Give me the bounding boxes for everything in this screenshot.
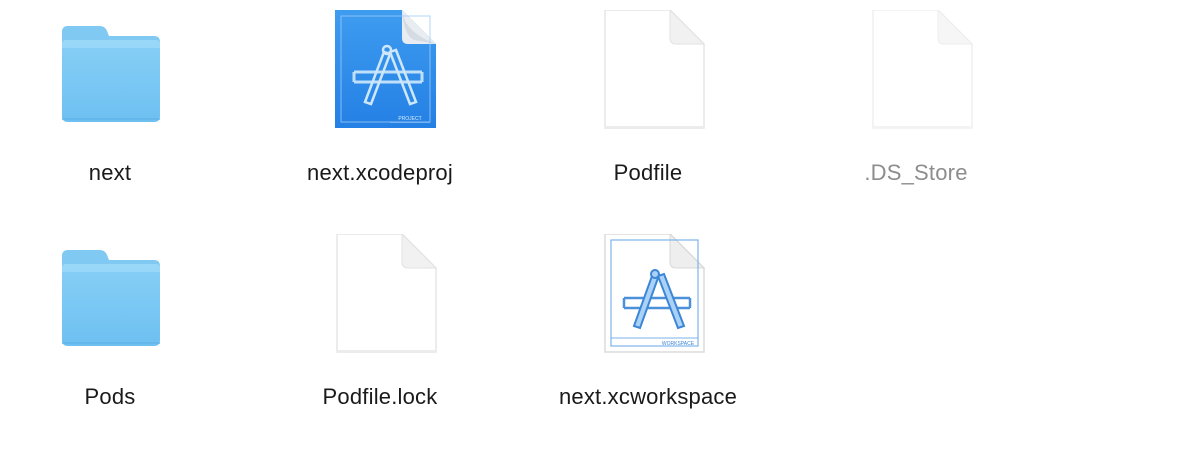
file-name-label: .DS_Store	[864, 160, 968, 185]
file-item-next-xcodeproj[interactable]: PROJECT next.xcodeproj	[270, 10, 490, 210]
file-name-label: next.xcodeproj	[307, 160, 453, 185]
file-item-next[interactable]: next	[0, 10, 220, 210]
document-icon[interactable]	[310, 234, 450, 374]
file-name-label: next	[88, 160, 132, 185]
file-name-label: Podfile	[613, 160, 683, 185]
file-item-podfile-lock[interactable]: Podfile.lock	[270, 234, 490, 434]
file-name-label: Podfile.lock	[322, 384, 438, 409]
document-icon[interactable]	[846, 10, 986, 150]
xcodeproj-icon[interactable]: PROJECT	[310, 10, 450, 150]
document-icon[interactable]	[578, 10, 718, 150]
file-item-podfile[interactable]: Podfile	[538, 10, 758, 210]
file-name-label: next.xcworkspace	[558, 384, 738, 409]
file-item-ds-store[interactable]: .DS_Store	[806, 10, 1026, 210]
project-badge-text: PROJECT	[398, 116, 421, 122]
file-name-label: Pods	[84, 384, 136, 409]
file-item-pods[interactable]: Pods	[0, 234, 220, 434]
xcworkspace-icon[interactable]: WORKSPACE	[578, 234, 718, 374]
finder-icon-view: next PROJECT next.xcodeproj Podfile .DS_…	[0, 0, 1190, 462]
file-item-next-xcworkspace[interactable]: WORKSPACE next.xcworkspace	[538, 234, 758, 434]
workspace-badge-text: WORKSPACE	[662, 341, 695, 347]
folder-icon[interactable]	[40, 10, 180, 150]
folder-icon[interactable]	[40, 234, 180, 374]
